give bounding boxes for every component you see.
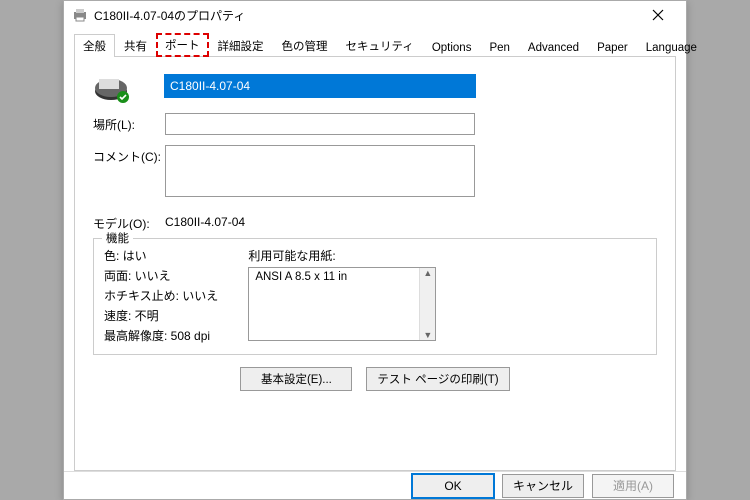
tab-color[interactable]: 色の管理 xyxy=(273,34,337,57)
feature-duplex: 両面: いいえ xyxy=(104,267,218,284)
feature-speed: 速度: 不明 xyxy=(104,307,218,324)
tab-language[interactable]: Language xyxy=(637,38,706,57)
printer-large-icon xyxy=(93,75,129,103)
test-page-button[interactable]: テスト ページの印刷(T) xyxy=(366,367,509,391)
tab-pen[interactable]: Pen xyxy=(480,38,518,57)
feature-resolution: 最高解像度: 508 dpi xyxy=(104,327,218,344)
apply-button: 適用(A) xyxy=(592,474,674,498)
general-panel: 場所(L): コメント(C): モデル(O): C180II-4.07-04 機… xyxy=(74,57,676,471)
comment-label: コメント(C): xyxy=(93,145,165,165)
tab-general[interactable]: 全般 xyxy=(74,34,115,57)
tab-options[interactable]: Options xyxy=(423,38,481,57)
properties-dialog: C180II-4.07-04のプロパティ 全般 共有 ポート 詳細設定 色の管理… xyxy=(63,0,687,500)
cancel-button[interactable]: キャンセル xyxy=(502,474,584,498)
tab-share[interactable]: 共有 xyxy=(115,34,156,57)
features-legend: 機能 xyxy=(102,230,133,246)
tab-port[interactable]: ポート xyxy=(156,33,209,57)
tab-advanced[interactable]: 詳細設定 xyxy=(209,34,273,57)
tab-paper[interactable]: Paper xyxy=(588,38,637,57)
titlebar: C180II-4.07-04のプロパティ xyxy=(64,1,686,29)
close-button[interactable] xyxy=(638,1,678,29)
comment-input[interactable] xyxy=(165,145,475,197)
paper-listbox[interactable]: ANSI A 8.5 x 11 in ▲▼ xyxy=(248,267,436,341)
features-group: 機能 色: はい 両面: いいえ ホチキス止め: いいえ 速度: 不明 最高解像… xyxy=(93,238,657,355)
paper-available-label: 利用可能な用紙: xyxy=(248,247,436,264)
feature-staple: ホチキス止め: いいえ xyxy=(104,287,218,304)
printer-icon xyxy=(72,7,88,23)
window-title: C180II-4.07-04のプロパティ xyxy=(94,7,638,24)
scroll-down-icon: ▼ xyxy=(423,330,432,340)
dialog-footer: OK キャンセル 適用(A) xyxy=(64,471,686,499)
location-label: 場所(L): xyxy=(93,113,165,133)
content-area: 全般 共有 ポート 詳細設定 色の管理 セキュリティ Options Pen A… xyxy=(64,29,686,471)
model-value: C180II-4.07-04 xyxy=(165,215,245,232)
paper-item[interactable]: ANSI A 8.5 x 11 in xyxy=(249,268,435,286)
tab-security[interactable]: セキュリティ xyxy=(337,34,423,57)
ok-button[interactable]: OK xyxy=(412,474,494,498)
feature-color: 色: はい xyxy=(104,247,218,264)
preferences-button[interactable]: 基本設定(E)... xyxy=(240,367,352,391)
scrollbar[interactable]: ▲▼ xyxy=(419,268,435,340)
scroll-up-icon: ▲ xyxy=(423,268,432,278)
tab-advanced2[interactable]: Advanced xyxy=(519,38,588,57)
tab-strip: 全般 共有 ポート 詳細設定 色の管理 セキュリティ Options Pen A… xyxy=(74,33,676,57)
location-input[interactable] xyxy=(165,113,475,135)
printer-name-input[interactable] xyxy=(165,75,475,97)
